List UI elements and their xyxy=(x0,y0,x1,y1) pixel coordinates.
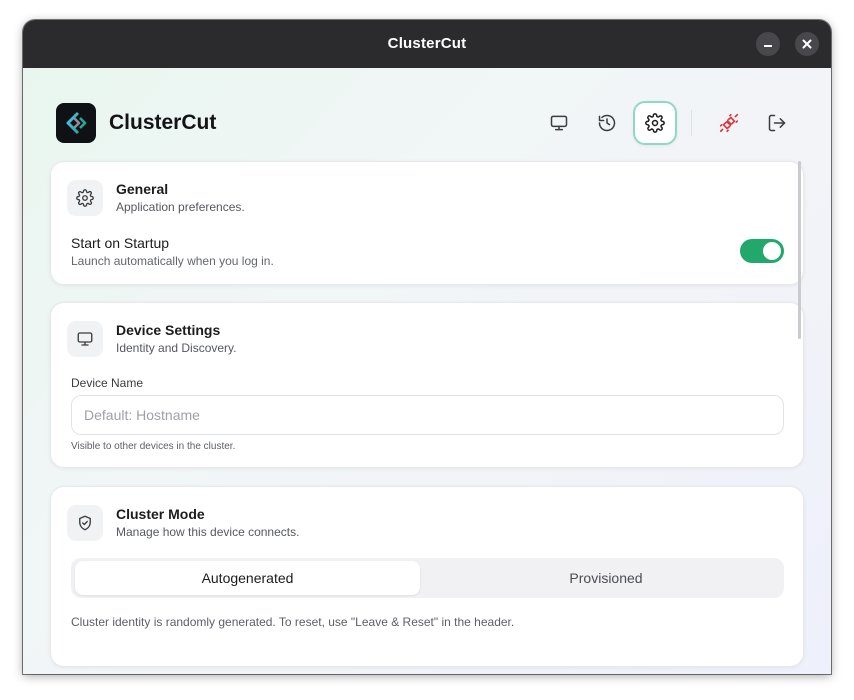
history-icon xyxy=(598,114,616,132)
app-logo xyxy=(56,103,96,143)
device-settings-title: Device Settings xyxy=(116,322,221,338)
cluster-mode-subtitle: Manage how this device connects. xyxy=(116,525,300,539)
clustercut-logo-icon xyxy=(66,111,87,135)
startup-description: Launch automatically when you log in. xyxy=(71,254,274,268)
gear-icon xyxy=(645,113,665,133)
scrollbar[interactable] xyxy=(798,161,801,339)
close-button[interactable] xyxy=(795,32,819,56)
general-card-icon xyxy=(67,180,103,216)
title-bar[interactable]: ClusterCut xyxy=(23,20,831,68)
general-title: General xyxy=(116,181,169,197)
gear-icon xyxy=(76,189,94,207)
device-name-hint: Visible to other devices in the cluster. xyxy=(71,441,236,452)
header-divider xyxy=(691,110,692,136)
cluster-mode-note: Cluster identity is randomly generated. … xyxy=(71,615,515,629)
disconnect-plug-icon xyxy=(719,113,739,133)
window-title: ClusterCut xyxy=(387,35,467,52)
logout-button[interactable] xyxy=(755,101,799,145)
logout-icon xyxy=(768,114,786,132)
device-card-icon xyxy=(67,321,103,357)
shield-check-icon xyxy=(79,515,91,531)
cluster-mode-selector: Autogenerated Provisioned xyxy=(71,558,784,598)
minimize-button[interactable] xyxy=(756,32,780,56)
cluster-mode-card: Cluster Mode Manage how this device conn… xyxy=(50,486,804,667)
monitor-icon xyxy=(550,115,568,131)
settings-nav-button[interactable] xyxy=(633,101,677,145)
startup-toggle[interactable] xyxy=(740,239,784,263)
devices-nav-button[interactable] xyxy=(537,101,581,145)
autogenerated-option[interactable]: Autogenerated xyxy=(75,561,420,595)
device-name-label: Device Name xyxy=(71,376,144,390)
main-content: ClusterCut General Application preferenc… xyxy=(23,68,831,674)
history-nav-button[interactable] xyxy=(585,101,629,145)
cluster-mode-title: Cluster Mode xyxy=(116,506,205,522)
app-window: ClusterCut ClusterCut General Applicatio… xyxy=(23,20,831,674)
device-settings-card: Device Settings Identity and Discovery. … xyxy=(50,302,804,468)
close-icon xyxy=(802,39,812,49)
provisioned-option[interactable]: Provisioned xyxy=(431,561,781,595)
cluster-card-icon xyxy=(67,505,103,541)
app-header: ClusterCut xyxy=(23,68,831,160)
monitor-icon xyxy=(77,332,93,346)
app-name: ClusterCut xyxy=(109,111,217,134)
startup-label: Start on Startup xyxy=(71,235,170,251)
device-name-input[interactable] xyxy=(71,395,784,435)
minimize-icon xyxy=(764,45,772,47)
general-card: General Application preferences. Start o… xyxy=(50,161,804,285)
leave-reset-button[interactable] xyxy=(707,101,751,145)
general-subtitle: Application preferences. xyxy=(116,200,245,214)
toggle-knob xyxy=(763,242,781,260)
device-settings-subtitle: Identity and Discovery. xyxy=(116,341,237,355)
